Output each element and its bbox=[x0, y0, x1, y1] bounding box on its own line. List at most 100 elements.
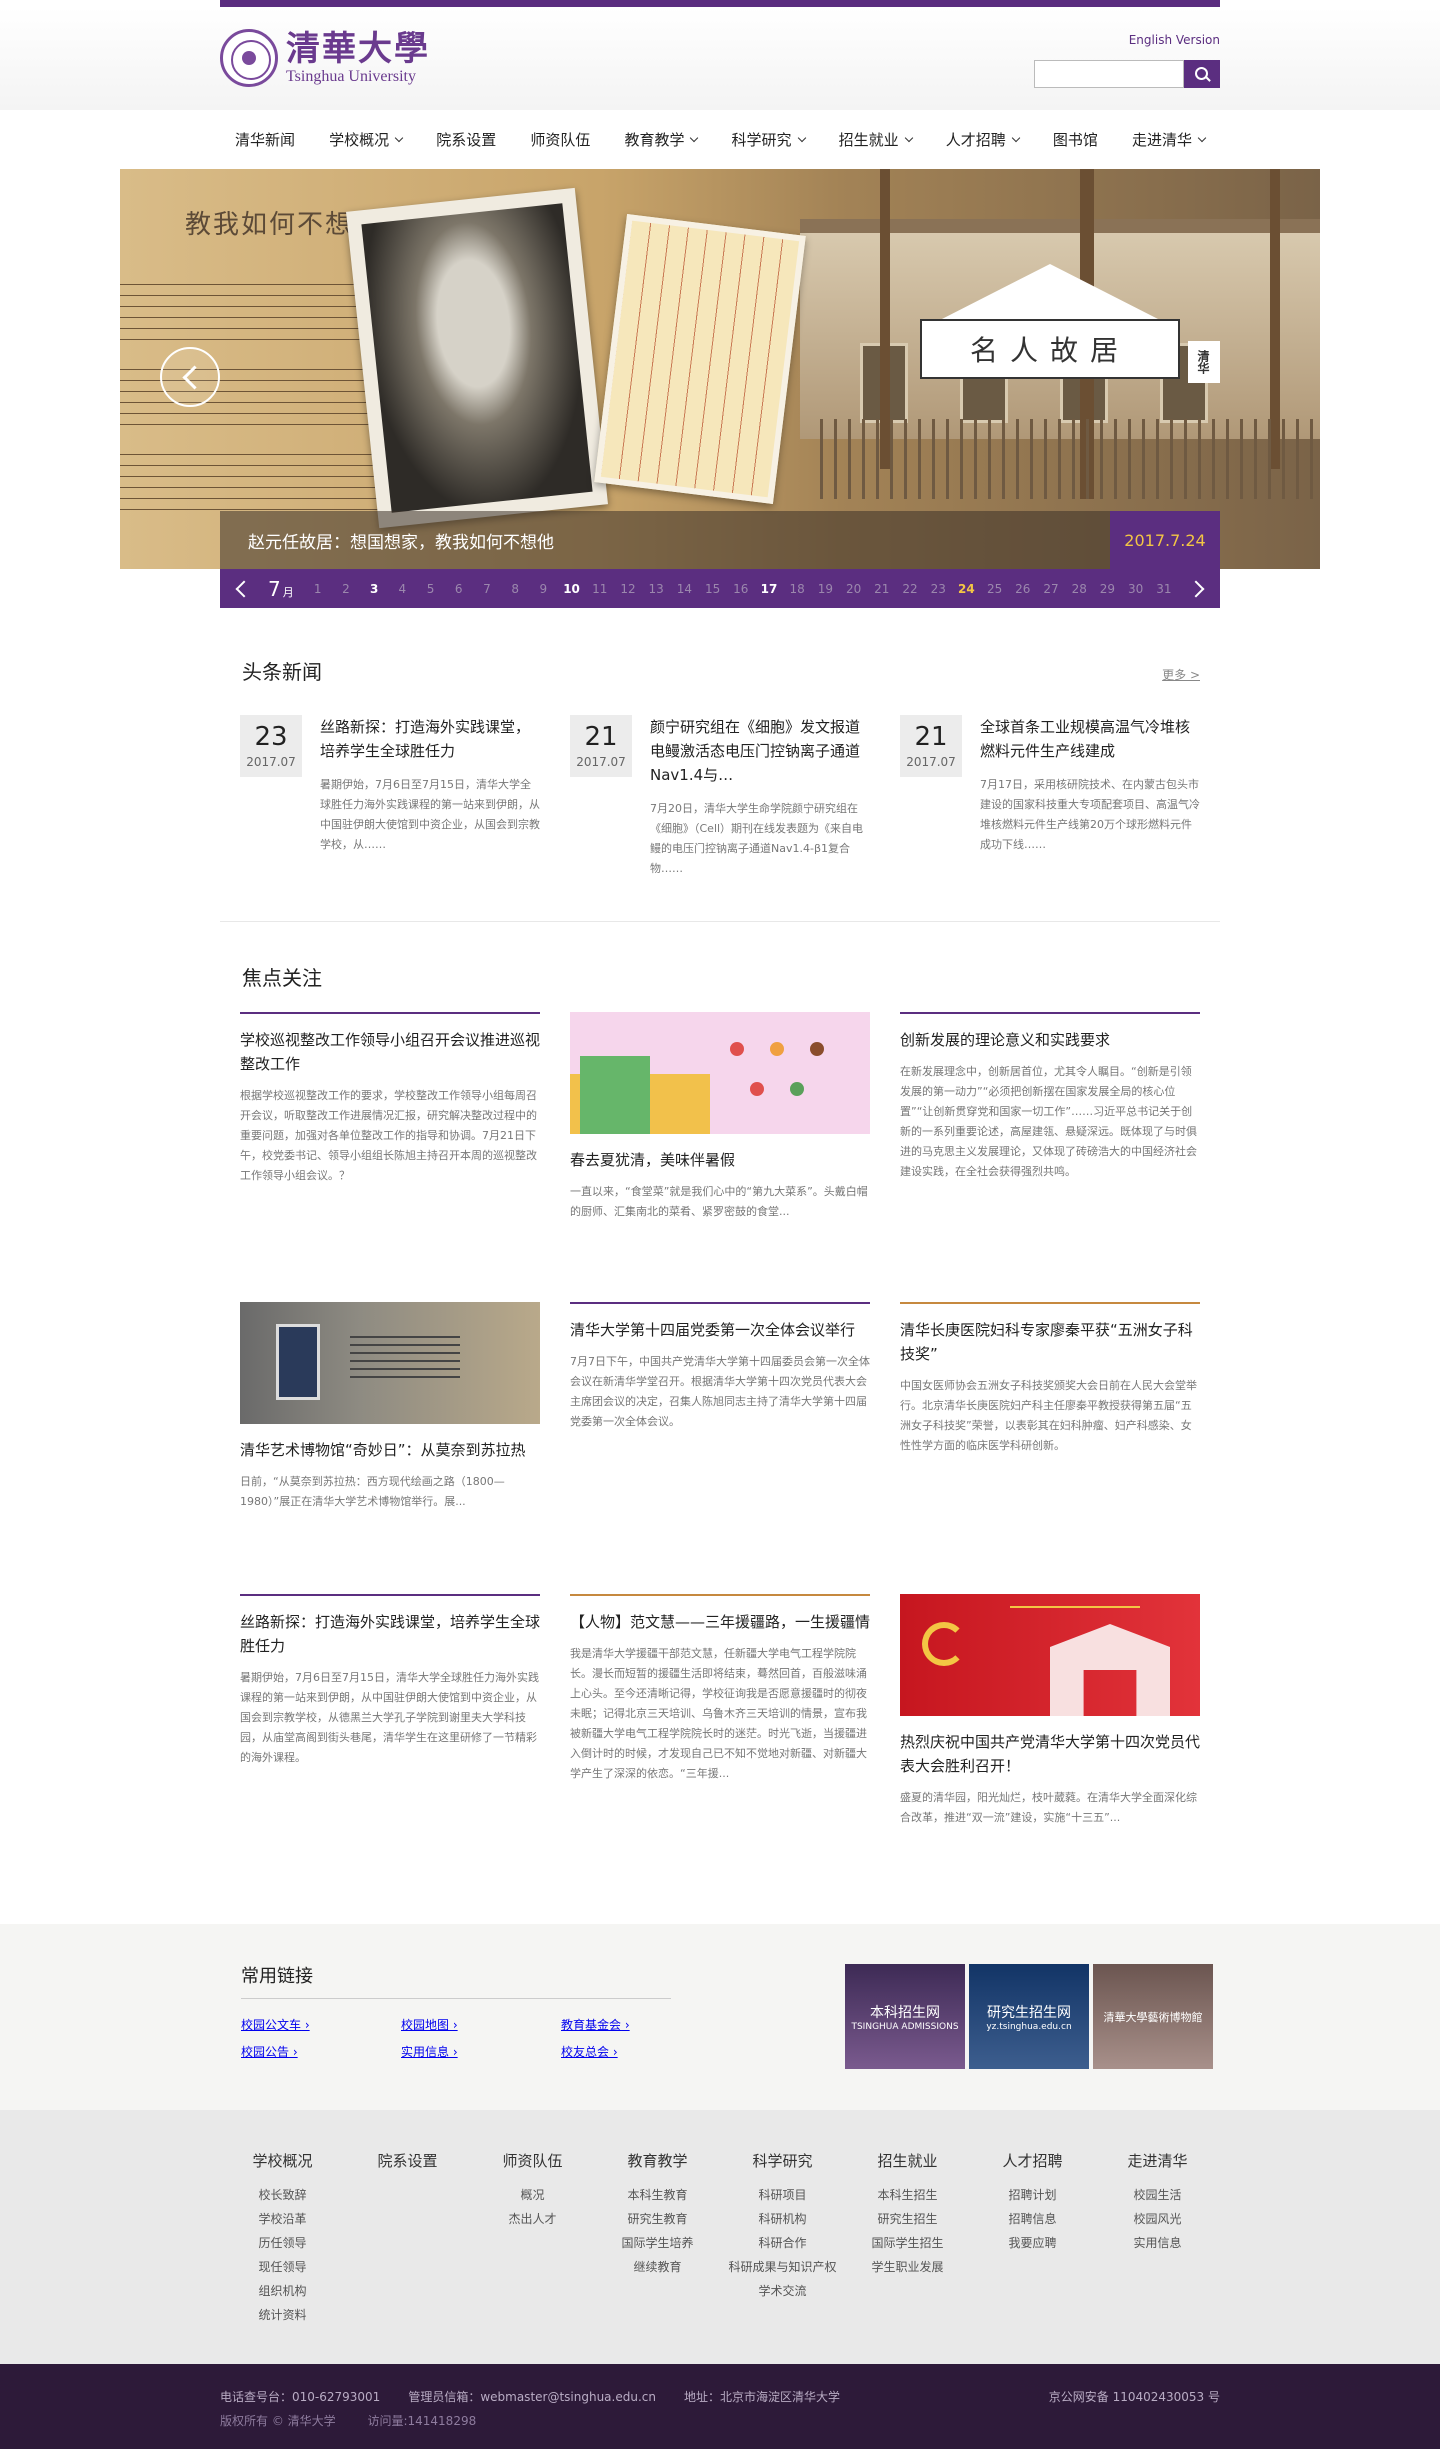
headline-title[interactable]: 丝路新探：打造海外实践课堂，培养学生全球胜任力 bbox=[320, 715, 540, 763]
headline-title[interactable]: 全球首条工业规模高温气冷堆核燃料元件生产线建成 bbox=[980, 715, 1200, 763]
search-input[interactable] bbox=[1034, 60, 1184, 88]
day-item[interactable]: 25 bbox=[983, 582, 1007, 596]
day-item[interactable]: 31 bbox=[1152, 582, 1176, 596]
day-item[interactable]: 23 bbox=[926, 582, 950, 596]
day-item[interactable]: 12 bbox=[616, 582, 640, 596]
quick-link[interactable]: 教育基金会 › bbox=[561, 2016, 681, 2033]
footer-link[interactable]: 国际学生招生 bbox=[845, 2231, 970, 2255]
footer-link[interactable]: 现任领导 bbox=[220, 2255, 345, 2279]
art-museum-banner[interactable]: 清華大學藝術博物館 bbox=[1093, 1964, 1213, 2069]
card-title[interactable]: 清华艺术博物馆“奇妙日”：从莫奈到苏拉热 bbox=[240, 1438, 540, 1462]
focus-card[interactable]: 春去夏犹清，美味伴暑假 一直以来，“食堂菜”就是我们心中的“第九大菜系”。头戴白… bbox=[570, 1012, 870, 1222]
footer-link[interactable]: 研究生招生 bbox=[845, 2207, 970, 2231]
footer-link[interactable]: 招聘信息 bbox=[970, 2207, 1095, 2231]
headline-item[interactable]: 23 2017.07 丝路新探：打造海外实践课堂，培养学生全球胜任力 暑期伊始，7月… bbox=[240, 715, 540, 879]
footer-link[interactable]: 校园生活 bbox=[1095, 2183, 1220, 2207]
day-item[interactable]: 17 bbox=[757, 582, 781, 596]
day-item[interactable]: 9 bbox=[531, 582, 555, 596]
card-title[interactable]: 丝路新探：打造海外实践课堂，培养学生全球胜任力 bbox=[240, 1610, 540, 1658]
card-title[interactable]: 清华大学第十四届党委第一次全体会议举行 bbox=[570, 1318, 870, 1342]
focus-card[interactable]: 【人物】范文慧——三年援疆路，一生援疆情 我是清华大学援疆干部范文慧，任新疆大学… bbox=[570, 1594, 870, 1828]
day-item[interactable]: 15 bbox=[701, 582, 725, 596]
focus-card[interactable]: 热烈庆祝中国共产党清华大学第十四次党员代表大会胜利召开！ 盛夏的清华园，阳光灿烂… bbox=[900, 1594, 1200, 1828]
card-title[interactable]: 热烈庆祝中国共产党清华大学第十四次党员代表大会胜利召开！ bbox=[900, 1730, 1200, 1778]
footer-link[interactable]: 科研项目 bbox=[720, 2183, 845, 2207]
day-item[interactable]: 26 bbox=[1011, 582, 1035, 596]
card-title[interactable]: 春去夏犹清，美味伴暑假 bbox=[570, 1148, 870, 1172]
footer-email[interactable]: 管理员信箱：webmaster@tsinghua.edu.cn bbox=[408, 2388, 656, 2405]
footer-link[interactable]: 杰出人才 bbox=[470, 2207, 595, 2231]
day-item[interactable]: 13 bbox=[644, 582, 668, 596]
day-item[interactable]: 14 bbox=[672, 582, 696, 596]
footer-column-title[interactable]: 走进清华 bbox=[1095, 2150, 1220, 2171]
nav-item-faculty[interactable]: 师资队伍 bbox=[530, 129, 590, 150]
day-item[interactable]: 8 bbox=[503, 582, 527, 596]
footer-link[interactable]: 科研合作 bbox=[720, 2231, 845, 2255]
quick-link[interactable]: 校园公文车 › bbox=[241, 2016, 401, 2033]
card-title[interactable]: 【人物】范文慧——三年援疆路，一生援疆情 bbox=[570, 1610, 870, 1634]
day-item[interactable]: 19 bbox=[813, 582, 837, 596]
nav-item-schools[interactable]: 院系设置 bbox=[436, 129, 496, 150]
day-item[interactable]: 3 bbox=[362, 582, 386, 596]
day-item[interactable]: 22 bbox=[898, 582, 922, 596]
footer-link[interactable]: 科研成果与知识产权 bbox=[720, 2255, 845, 2279]
day-item[interactable]: 21 bbox=[870, 582, 894, 596]
nav-item-admissions[interactable]: 招生就业 bbox=[839, 129, 913, 150]
headline-title[interactable]: 颜宁研究组在《细胞》发文报道电鳗激活态电压门控钠离子通道Nav1.4与… bbox=[650, 715, 870, 787]
banner-caption[interactable]: 赵元任故居：想国想家，教我如何不想他 2017.7.24 bbox=[220, 511, 1220, 569]
quick-link[interactable]: 实用信息 › bbox=[401, 2043, 561, 2060]
day-item[interactable]: 4 bbox=[390, 582, 414, 596]
day-item[interactable]: 7 bbox=[475, 582, 499, 596]
date-next-button[interactable] bbox=[1187, 580, 1205, 597]
nav-item-explore[interactable]: 走进清华 bbox=[1132, 129, 1207, 150]
footer-link[interactable]: 概况 bbox=[470, 2183, 595, 2207]
focus-card[interactable]: 丝路新探：打造海外实践课堂，培养学生全球胜任力 暑期伊始，7月6日至7月15日，… bbox=[240, 1594, 540, 1828]
card-title[interactable]: 学校巡视整改工作领导小组召开会议推进巡视整改工作 bbox=[240, 1028, 540, 1076]
footer-link[interactable]: 我要应聘 bbox=[970, 2231, 1095, 2255]
focus-card[interactable]: 清华大学第十四届党委第一次全体会议举行 7月7日下午，中国共产党清华大学第十四届… bbox=[570, 1302, 870, 1512]
footer-link[interactable]: 学术交流 bbox=[720, 2279, 845, 2303]
day-item[interactable]: 5 bbox=[419, 582, 443, 596]
day-item[interactable]: 24 bbox=[954, 582, 978, 596]
footer-link[interactable]: 本科生教育 bbox=[595, 2183, 720, 2207]
footer-link[interactable]: 学生职业发展 bbox=[845, 2255, 970, 2279]
nav-item-news[interactable]: 清华新闻 bbox=[235, 129, 295, 150]
focus-card[interactable]: 清华艺术博物馆“奇妙日”：从莫奈到苏拉热 日前，“从莫奈到苏拉热：西方现代绘画之… bbox=[240, 1302, 540, 1512]
footer-column-title[interactable]: 学校概况 bbox=[220, 2150, 345, 2171]
footer-column-title[interactable]: 科学研究 bbox=[720, 2150, 845, 2171]
focus-card[interactable]: 学校巡视整改工作领导小组召开会议推进巡视整改工作 根据学校巡视整改工作的要求，学… bbox=[240, 1012, 540, 1222]
day-item[interactable]: 28 bbox=[1067, 582, 1091, 596]
footer-icp[interactable]: 京公网安备 110402430053 号 bbox=[1049, 2388, 1220, 2405]
focus-card[interactable]: 清华长庚医院妇科专家廖秦平获“五洲女子科技奖” 中国女医师协会五洲女子科技奖颁奖… bbox=[900, 1302, 1200, 1512]
headline-item[interactable]: 21 2017.07 全球首条工业规模高温气冷堆核燃料元件生产线建成 7月17日，采… bbox=[900, 715, 1200, 879]
footer-link[interactable]: 统计资料 bbox=[220, 2303, 345, 2327]
quick-link[interactable]: 校友总会 › bbox=[561, 2043, 681, 2060]
nav-item-library[interactable]: 图书馆 bbox=[1053, 129, 1098, 150]
day-item[interactable]: 18 bbox=[785, 582, 809, 596]
focus-card[interactable]: 创新发展的理论意义和实践要求 在新发展理念中，创新居首位，尤其令人瞩目。“创新是… bbox=[900, 1012, 1200, 1222]
card-title[interactable]: 创新发展的理论意义和实践要求 bbox=[900, 1028, 1200, 1052]
footer-column-title[interactable]: 师资队伍 bbox=[470, 2150, 595, 2171]
footer-column-title[interactable]: 人才招聘 bbox=[970, 2150, 1095, 2171]
nav-item-about[interactable]: 学校概况 bbox=[329, 129, 404, 150]
footer-link[interactable]: 历任领导 bbox=[220, 2231, 345, 2255]
day-item[interactable]: 27 bbox=[1039, 582, 1063, 596]
undergrad-admissions-banner[interactable]: 本科招生网 TSINGHUA ADMISSIONS bbox=[845, 1964, 965, 2069]
footer-column-title[interactable]: 院系设置 bbox=[345, 2150, 470, 2171]
canteen-food-image[interactable] bbox=[570, 1012, 870, 1134]
footer-column-title[interactable]: 教育教学 bbox=[595, 2150, 720, 2171]
day-item[interactable]: 16 bbox=[729, 582, 753, 596]
quick-link[interactable]: 校园地图 › bbox=[401, 2016, 561, 2033]
day-item[interactable]: 2 bbox=[334, 582, 358, 596]
day-item[interactable]: 1 bbox=[306, 582, 330, 596]
footer-link[interactable]: 学校沿革 bbox=[220, 2207, 345, 2231]
hero-banner[interactable]: 教我如何不想他 名人故居 清华 赵元任故居：想国想家，教我如何不想他 2017.… bbox=[120, 169, 1320, 569]
nav-item-research[interactable]: 科学研究 bbox=[732, 129, 806, 150]
day-item[interactable]: 10 bbox=[560, 582, 584, 596]
headline-item[interactable]: 21 2017.07 颜宁研究组在《细胞》发文报道电鳗激活态电压门控钠离子通道Na… bbox=[570, 715, 870, 879]
footer-link[interactable]: 实用信息 bbox=[1095, 2231, 1220, 2255]
footer-link[interactable]: 继续教育 bbox=[595, 2255, 720, 2279]
party-congress-image[interactable] bbox=[900, 1594, 1200, 1716]
footer-link[interactable]: 校园风光 bbox=[1095, 2207, 1220, 2231]
footer-link[interactable]: 国际学生培养 bbox=[595, 2231, 720, 2255]
